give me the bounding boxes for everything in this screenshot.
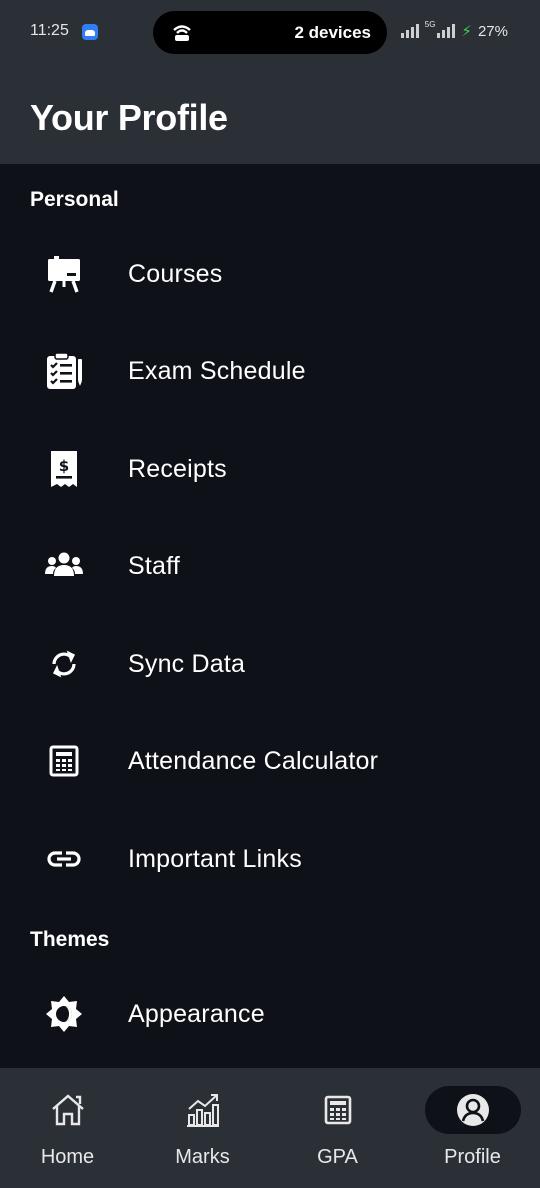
status-indicators: 5G ⚡ 27% bbox=[400, 20, 508, 40]
notification-app-icon bbox=[82, 24, 98, 40]
menu-item-appearance[interactable]: Appearance bbox=[0, 974, 540, 1054]
menu-item-exam-schedule[interactable]: Exam Schedule bbox=[0, 331, 540, 411]
nav-item-marks[interactable]: Marks bbox=[135, 1068, 270, 1188]
hotspot-indicator[interactable]: 2 devices bbox=[153, 11, 387, 54]
charging-icon: ⚡ bbox=[461, 23, 472, 40]
people-group-icon bbox=[43, 545, 85, 587]
nav-label-profile: Profile bbox=[444, 1146, 501, 1168]
status-bar: 11:25 2 devices 5G ⚡ 27% bbox=[0, 0, 540, 64]
home-icon bbox=[48, 1090, 88, 1130]
menu-item-sync-data[interactable]: Sync Data bbox=[0, 624, 540, 704]
calculator-icon bbox=[43, 740, 85, 782]
status-time: 11:25 bbox=[30, 22, 69, 39]
nav-label-marks: Marks bbox=[175, 1146, 230, 1168]
receipt-dollar-icon: $ bbox=[43, 448, 85, 490]
menu-item-important-links[interactable]: Important Links bbox=[0, 819, 540, 899]
presentation-board-icon bbox=[43, 253, 85, 295]
page-title: Your Profile bbox=[30, 97, 228, 138]
user-circle-icon bbox=[453, 1090, 493, 1130]
menu-item-attendance-calculator[interactable]: Attendance Calculator bbox=[0, 721, 540, 801]
menu-item-staff[interactable]: Staff bbox=[0, 526, 540, 606]
signal-icon bbox=[400, 24, 419, 38]
signal-icon-2 bbox=[437, 24, 456, 38]
profile-content: Personal Courses Exam Schedule $ Receipt… bbox=[0, 164, 540, 1068]
menu-label-attendance-calculator: Attendance Calculator bbox=[128, 746, 379, 775]
menu-item-courses[interactable]: Courses bbox=[0, 234, 540, 314]
menu-label-receipts: Receipts bbox=[128, 454, 227, 483]
menu-label-exam-schedule: Exam Schedule bbox=[128, 356, 306, 385]
calculator-icon bbox=[318, 1090, 358, 1130]
bar-chart-icon bbox=[183, 1090, 223, 1130]
nav-label-gpa: GPA bbox=[317, 1146, 358, 1168]
sync-arrows-icon bbox=[43, 643, 85, 685]
nav-item-gpa[interactable]: GPA bbox=[270, 1068, 405, 1188]
menu-label-important-links: Important Links bbox=[128, 844, 302, 873]
link-icon bbox=[43, 838, 85, 880]
clipboard-checklist-icon bbox=[43, 350, 85, 392]
app-header: Your Profile bbox=[0, 64, 540, 164]
menu-label-appearance: Appearance bbox=[128, 999, 265, 1028]
nav-item-profile[interactable]: Profile bbox=[405, 1068, 540, 1188]
hotspot-icon bbox=[173, 25, 191, 41]
menu-label-sync-data: Sync Data bbox=[128, 649, 246, 678]
menu-label-courses: Courses bbox=[128, 259, 223, 288]
nav-label-home: Home bbox=[40, 1146, 95, 1168]
menu-item-receipts[interactable]: $ Receipts bbox=[0, 429, 540, 509]
battery-level: 27% bbox=[477, 22, 508, 40]
svg-text:$: $ bbox=[59, 457, 69, 475]
bottom-navigation: Home Marks GPA Profile bbox=[0, 1068, 540, 1188]
brightness-icon bbox=[43, 993, 85, 1035]
hotspot-label: 2 devices bbox=[294, 23, 371, 42]
section-title-personal: Personal bbox=[30, 188, 119, 211]
menu-label-staff: Staff bbox=[128, 551, 180, 580]
nav-item-home[interactable]: Home bbox=[0, 1068, 135, 1188]
section-title-themes: Themes bbox=[30, 928, 110, 951]
network-type: 5G bbox=[424, 20, 436, 29]
